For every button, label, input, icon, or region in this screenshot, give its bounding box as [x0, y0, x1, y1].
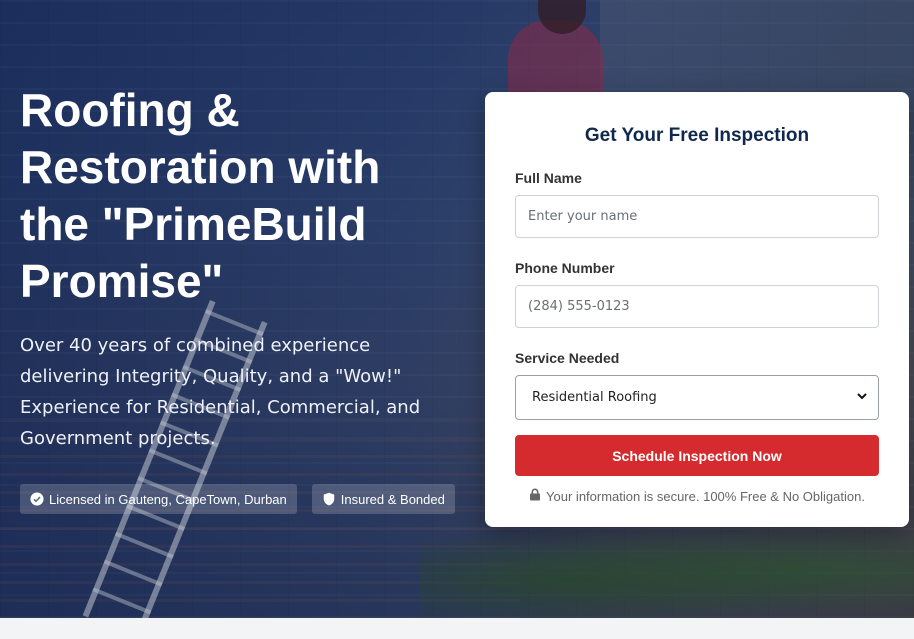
insured-badge-label: Insured & Bonded: [340, 491, 445, 507]
chevron-down-icon: [856, 390, 868, 406]
background-bushes: [420, 520, 914, 618]
service-select-value: Residential Roofing: [532, 390, 657, 405]
hero-subtext: Over 40 years of combined experience del…: [20, 335, 421, 449]
service-label: Service Needed: [515, 350, 620, 366]
hero-section: Roofing & Restoration with the "PrimeBui…: [0, 0, 914, 618]
service-select[interactable]: Residential Roofing: [515, 375, 879, 420]
form-title: Get Your Free Inspection: [584, 125, 810, 146]
inspection-form-card: Get Your Free Inspection Full Name Phone…: [485, 92, 909, 527]
lock-icon: [529, 488, 541, 504]
hero-headline: Roofing & Restoration with the "PrimeBui…: [20, 84, 381, 307]
full-name-label: Full Name: [515, 170, 582, 186]
insured-badge: Insured & Bonded: [311, 484, 455, 514]
phone-input[interactable]: [515, 285, 879, 328]
secure-note: Your information is secure. 100% Free & …: [515, 488, 879, 504]
licensed-badge-label: Licensed in Gauteng, CapeTown, Durban: [49, 491, 287, 507]
schedule-inspection-button[interactable]: Schedule Inspection Now: [515, 435, 879, 476]
trust-badges: Licensed in Gauteng, CapeTown, Durban In…: [20, 484, 455, 514]
phone-label: Phone Number: [515, 260, 615, 276]
shield-icon: [322, 492, 336, 506]
secure-note-text: Your information is secure. 100% Free & …: [546, 488, 865, 504]
full-name-input[interactable]: [515, 195, 879, 238]
licensed-badge: Licensed in Gauteng, CapeTown, Durban: [20, 484, 297, 514]
check-circle-icon: [30, 492, 44, 506]
